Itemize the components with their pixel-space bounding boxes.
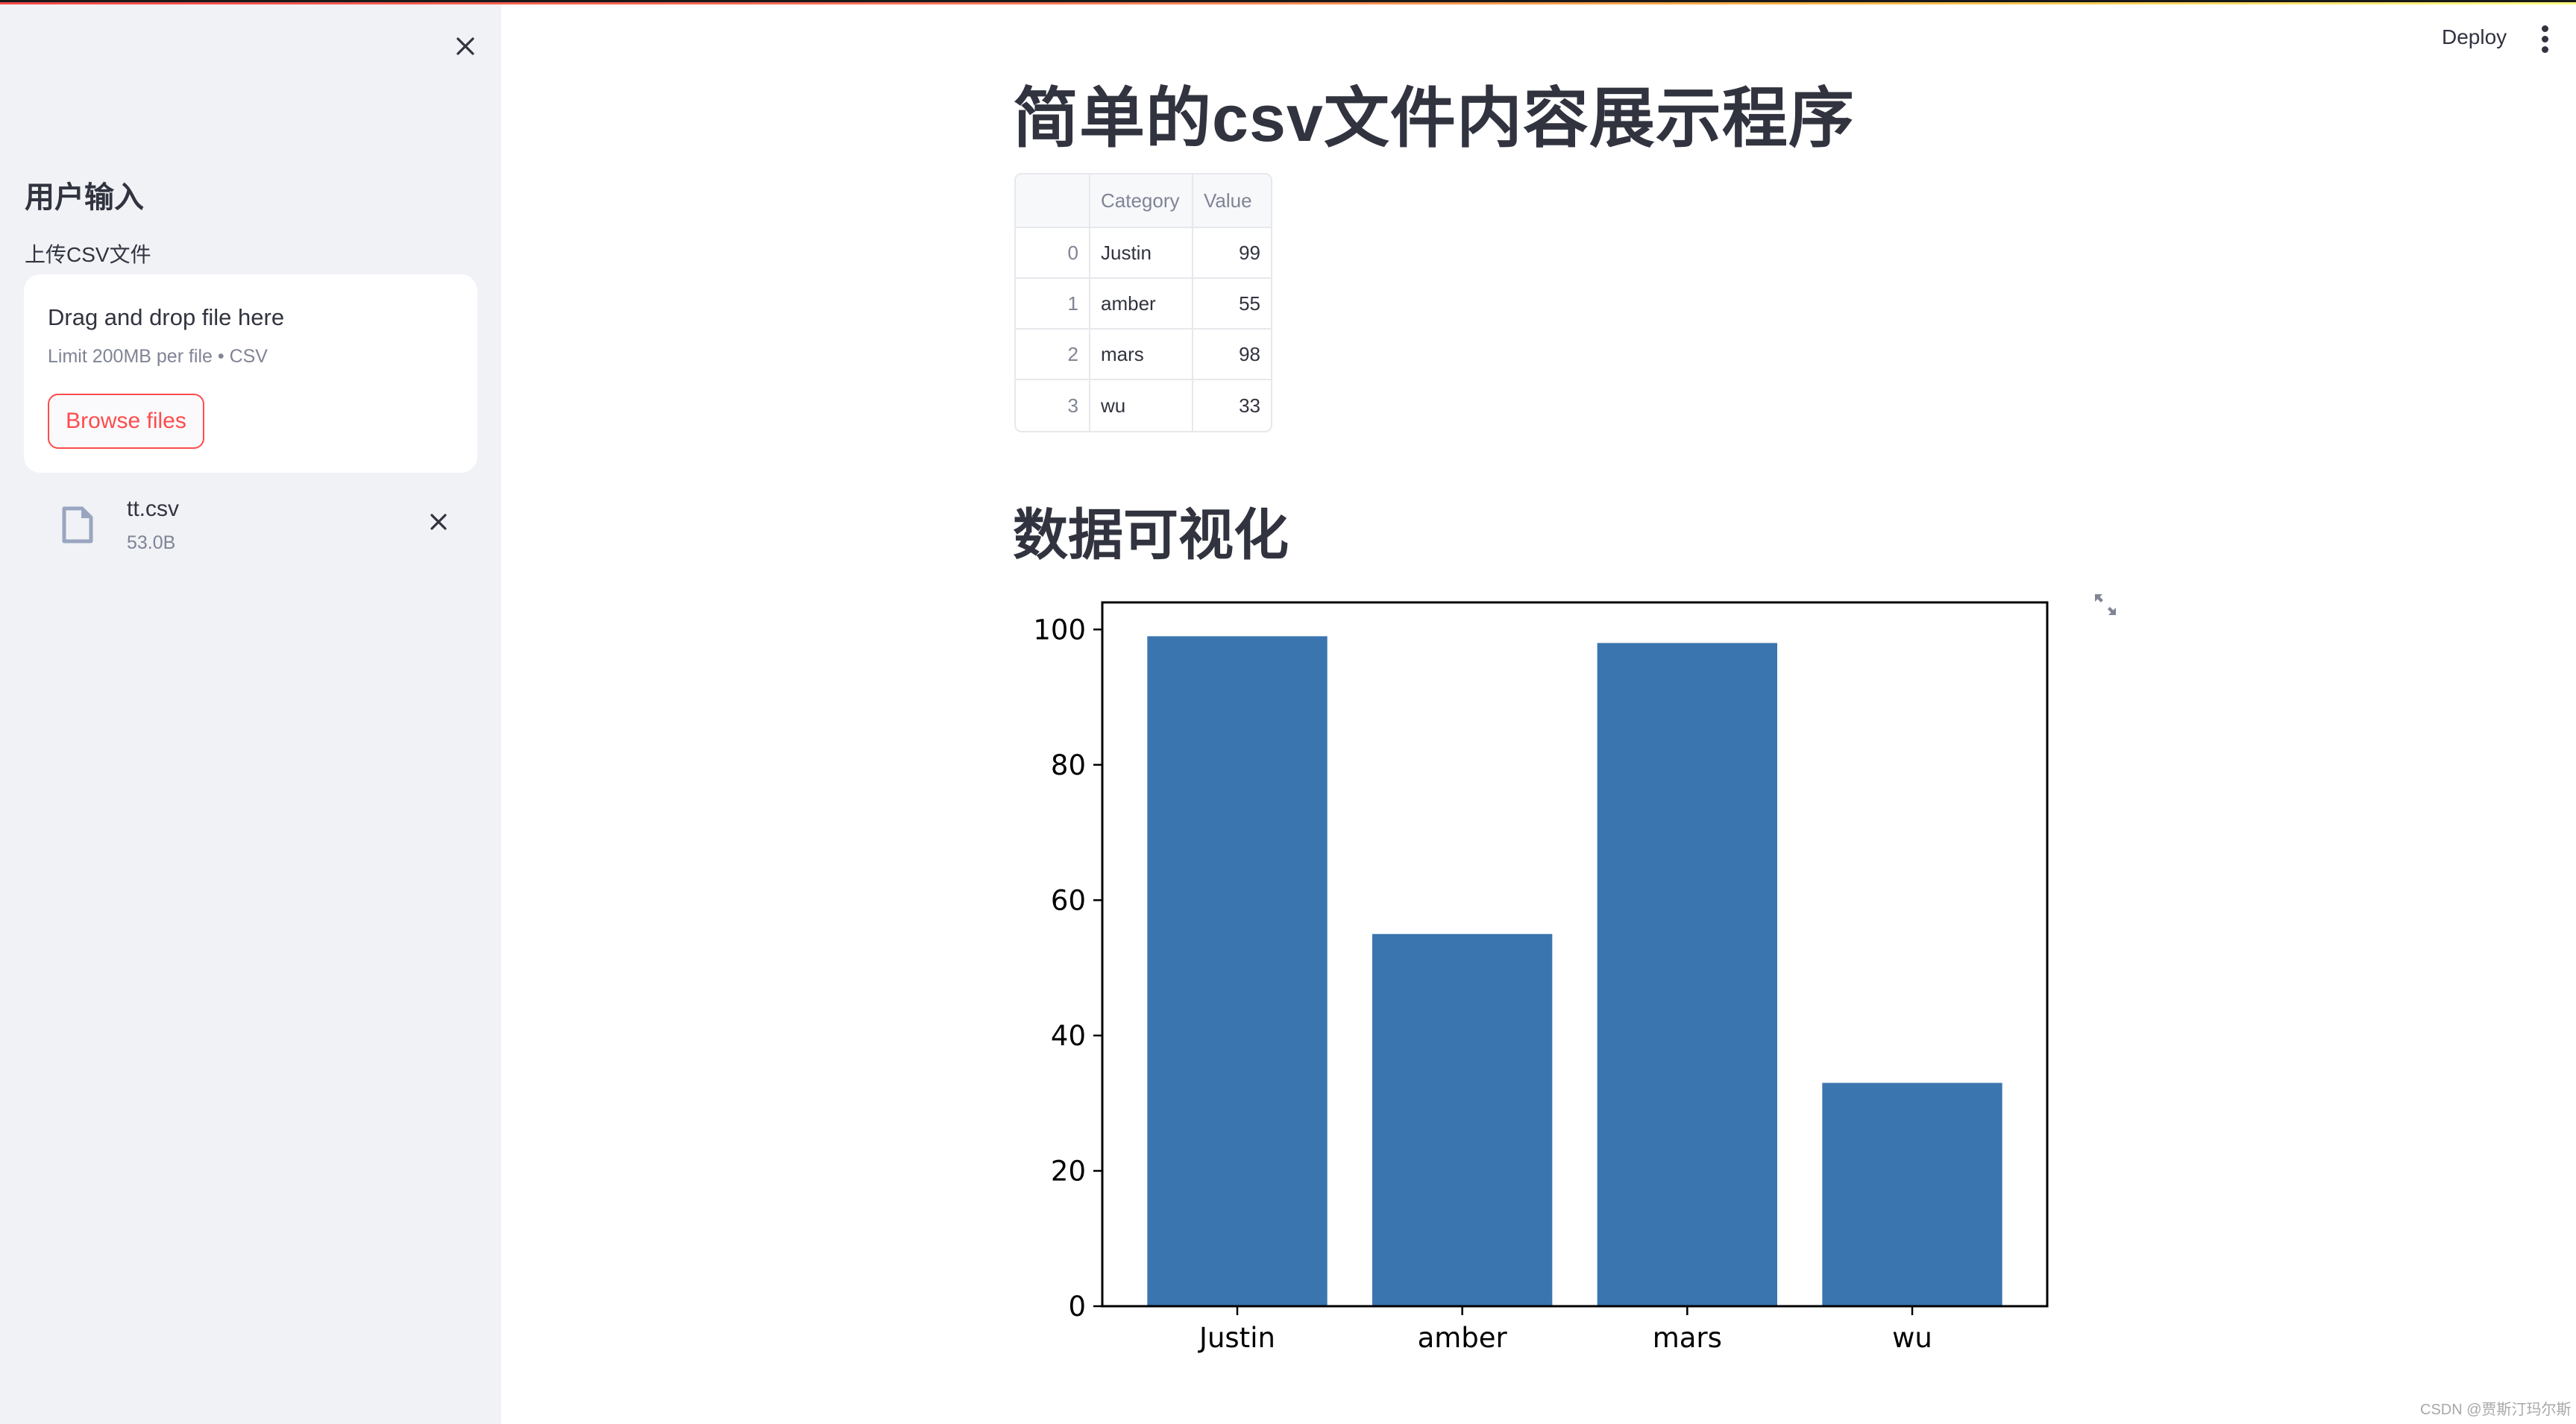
close-icon: [456, 37, 474, 55]
y-tick-label: 0: [1068, 1291, 1086, 1323]
fullscreen-button[interactable]: [2093, 592, 2118, 617]
chart-x-axis: Justin amber mars wu: [1198, 1306, 1932, 1354]
column-header-category[interactable]: Category: [1090, 174, 1193, 228]
row-index: 0: [1016, 228, 1090, 279]
x-tick-label: amber: [1418, 1322, 1508, 1354]
y-tick-label: 40: [1051, 1020, 1086, 1052]
cell-category[interactable]: Justin: [1090, 228, 1193, 279]
top-edge: [0, 0, 2576, 2]
column-header-value[interactable]: Value: [1193, 174, 1271, 228]
y-tick-label: 20: [1051, 1155, 1086, 1187]
bar-Justin: [1147, 636, 1328, 1306]
page-title: 简单的csv文件内容展示程序: [1013, 81, 1855, 155]
sidebar-heading: 用户输入: [25, 181, 144, 214]
cell-category[interactable]: amber: [1090, 279, 1193, 330]
uploaded-file-size: 53.0B: [127, 532, 176, 553]
dropzone-title: Drag and drop file here: [48, 304, 285, 330]
cell-value[interactable]: 99: [1193, 228, 1271, 279]
file-icon: [62, 506, 93, 544]
x-tick-label: wu: [1892, 1322, 1932, 1354]
x-tick-label: Justin: [1198, 1322, 1275, 1354]
y-tick-label: 80: [1051, 749, 1086, 781]
remove-file-button[interactable]: [424, 507, 453, 537]
dropzone-limit-text: Limit 200MB per file • CSV: [48, 346, 268, 367]
bar-wu: [1822, 1083, 2002, 1306]
cell-value[interactable]: 98: [1193, 330, 1271, 380]
browse-files-button[interactable]: Browse files: [48, 394, 204, 449]
cell-value[interactable]: 33: [1193, 380, 1271, 431]
row-index: 2: [1016, 330, 1090, 380]
table-row: 1 amber 55: [1016, 279, 1271, 330]
row-index: 1: [1016, 279, 1090, 330]
column-header-index[interactable]: [1016, 174, 1090, 228]
sidebar-close-button[interactable]: [449, 30, 482, 63]
uploaded-file-item: tt.csv 53.0B: [54, 497, 471, 564]
table-header-row: Category Value: [1016, 174, 1271, 228]
table-row: 3 wu 33: [1016, 380, 1271, 431]
fullscreen-expand-icon: [2095, 594, 2116, 615]
bar-chart: 0 20 40 60 80 100 Justin amber mars wu: [1033, 601, 2049, 1354]
cell-category[interactable]: mars: [1090, 330, 1193, 380]
row-index: 3: [1016, 380, 1090, 431]
dataframe-table[interactable]: Category Value 0 Justin 99 1 amber 55 2 …: [1014, 173, 1272, 432]
x-tick-label: mars: [1653, 1322, 1722, 1354]
bar-mars: [1597, 643, 1777, 1306]
y-tick-label: 100: [1033, 614, 1086, 646]
cell-value[interactable]: 55: [1193, 279, 1271, 330]
section-title: 数据可视化: [1013, 504, 1289, 566]
file-uploader-label: 上传CSV文件: [25, 243, 151, 266]
sidebar: 用户输入 上传CSV文件 Drag and drop file here Lim…: [0, 4, 501, 1424]
close-icon: [430, 514, 447, 530]
table-row: 0 Justin 99: [1016, 228, 1271, 279]
table-row: 2 mars 98: [1016, 330, 1271, 380]
cell-category[interactable]: wu: [1090, 380, 1193, 431]
chart-y-axis: 0 20 40 60 80 100: [1033, 614, 1102, 1323]
deploy-button[interactable]: Deploy: [2437, 22, 2511, 52]
chart-bars: [1147, 636, 2002, 1306]
vertical-ellipsis-icon: [2534, 25, 2555, 53]
y-tick-label: 60: [1051, 884, 1086, 916]
watermark: CSDN @贾斯汀玛尔斯: [2420, 1402, 2572, 1418]
main-menu-button[interactable]: [2534, 22, 2555, 58]
uploaded-file-name: tt.csv: [127, 497, 180, 521]
file-dropzone[interactable]: Drag and drop file here Limit 200MB per …: [24, 274, 477, 473]
bar-amber: [1372, 933, 1553, 1306]
